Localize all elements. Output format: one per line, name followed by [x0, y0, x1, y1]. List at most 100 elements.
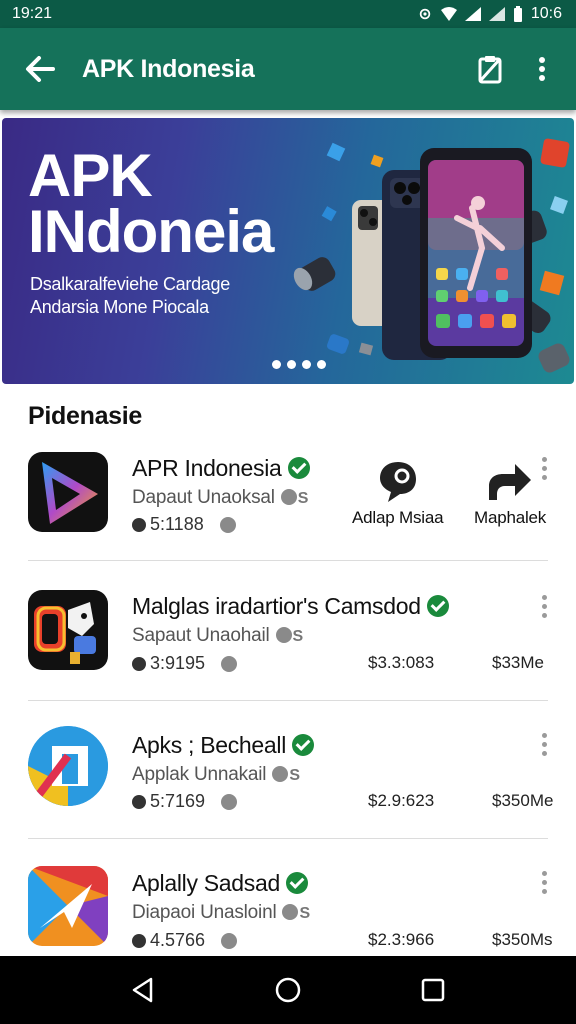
app-developer: Sapaut Unaohail S	[132, 625, 303, 647]
developer-badge-icon	[282, 904, 299, 920]
status-time-right: 10:6	[530, 5, 562, 22]
system-nav-bar	[0, 956, 576, 1024]
list-item[interactable]: APR Indonesia Dapaut Unaoksal S 5:1188 Ad…	[0, 448, 576, 578]
app-size: $350Ms	[492, 930, 553, 949]
download-icon	[221, 655, 238, 672]
app-developer: Dapaut Unaoksal S	[132, 487, 308, 509]
app-name: Malglas iradartior's Camsdod	[132, 593, 449, 620]
developer-badge-label: S	[292, 628, 304, 645]
developer-badge-icon	[272, 766, 289, 782]
battery-icon	[513, 6, 522, 22]
signal-icon	[464, 7, 481, 21]
back-button[interactable]	[10, 39, 70, 99]
clipboard-button[interactable]	[464, 39, 516, 99]
paper-plane-icon	[28, 866, 108, 946]
developer-text: Dapaut Unaoksal	[132, 487, 275, 508]
item-more-button[interactable]	[532, 728, 556, 760]
app-icon	[28, 726, 108, 806]
nav-home-button[interactable]	[263, 965, 313, 1015]
app-size: $350Me	[492, 791, 554, 810]
developer-text: Applak Unnakail	[132, 764, 267, 785]
pagination-dot[interactable]	[287, 360, 296, 369]
rating-text: 5:1188	[150, 514, 204, 534]
star-icon	[132, 794, 146, 809]
app-name-text: Apks ; Becheall	[132, 732, 287, 758]
app-price: $2.9:623	[368, 791, 435, 810]
app-icon	[28, 452, 108, 532]
item-more-button[interactable]	[532, 866, 556, 898]
divider	[28, 838, 548, 839]
developer-text: Sapaut Unaohail	[132, 625, 270, 646]
promo-banner[interactable]: APK INdoneia Dsalkaralfeviehe Cardage An…	[2, 118, 574, 384]
download-icon	[219, 516, 236, 533]
arrow-left-icon	[26, 56, 55, 82]
rating-text: 5:7169	[150, 791, 206, 811]
item-more-button[interactable]	[532, 590, 556, 622]
app-bar: APK Indonesia	[0, 28, 576, 110]
app-name-text: APR Indonesia	[132, 455, 282, 481]
app-icon	[28, 866, 108, 946]
star-icon	[132, 517, 146, 532]
action-label: Adlap Msiaa	[352, 508, 444, 527]
share-arrow-icon	[489, 464, 532, 500]
app-price: $3.3:083	[368, 653, 435, 672]
back-triangle-icon	[132, 977, 152, 1003]
app-rating: 5:1188	[132, 514, 236, 535]
more-options-button[interactable]	[516, 39, 568, 99]
action-button-1[interactable]: Adlap Msiaa	[352, 460, 444, 528]
download-icon	[221, 932, 238, 949]
settings-icon	[419, 8, 431, 20]
app-size: $33Me	[492, 653, 544, 672]
app-name: Aplally Sadsad	[132, 870, 308, 897]
wifi-icon	[440, 7, 457, 21]
app-name: APR Indonesia	[132, 455, 310, 482]
developer-badge-label: S	[297, 490, 309, 507]
app-developer: Diapaoi Unasloinl S	[132, 902, 310, 924]
home-circle-icon	[275, 977, 301, 1003]
pagination-dot[interactable]	[272, 360, 281, 369]
app-name-text: Aplally Sadsad	[132, 870, 280, 896]
status-time: 19:21	[12, 5, 53, 22]
apks-logo-icon	[28, 726, 108, 806]
star-icon	[132, 656, 146, 671]
list-item[interactable]: Malglas iradartior's Camsdod Sapaut Unao…	[0, 588, 576, 718]
status-icons: 10:6	[417, 5, 562, 23]
more-vert-icon	[539, 57, 545, 81]
action-label: Maphalek	[474, 508, 547, 527]
developer-badge-label: S	[299, 905, 310, 922]
app-name: Apks ; Becheall	[132, 732, 315, 759]
pagination-dot[interactable]	[302, 360, 311, 369]
section-title: Pidenasie	[28, 402, 143, 430]
app-rating: 5:7169	[132, 791, 238, 812]
app-name-text: Malglas iradartior's Camsdod	[132, 593, 421, 619]
download-icon	[221, 793, 238, 810]
verified-icon	[426, 595, 449, 617]
phones-illustration	[293, 138, 570, 373]
verified-icon	[292, 734, 315, 756]
signal-icon	[488, 7, 505, 21]
pagination-dot[interactable]	[317, 360, 326, 369]
chat-bubble-icon	[379, 462, 416, 502]
banner-pagination[interactable]	[272, 360, 326, 369]
developer-badge-label: S	[289, 767, 300, 784]
game-character-icon	[34, 602, 96, 664]
app-icon	[28, 590, 108, 670]
recents-square-icon	[422, 978, 445, 1002]
developer-text: Diapaoi Unasloinl	[132, 902, 277, 923]
nav-recents-button[interactable]	[408, 965, 458, 1015]
app-price: $2.3:966	[368, 930, 435, 949]
item-more-button[interactable]	[532, 452, 556, 484]
play-arrow-icon	[42, 462, 98, 524]
verified-icon	[287, 457, 310, 479]
verified-icon	[285, 872, 308, 894]
app-rating: 4.5766	[132, 930, 238, 951]
app-developer: Applak Unnakail S	[132, 764, 300, 786]
list-item[interactable]: Apks ; Becheall Applak Unnakail S 5:7169 …	[0, 726, 576, 856]
divider	[28, 700, 548, 701]
nav-back-button[interactable]	[118, 965, 168, 1015]
developer-badge-icon	[280, 489, 297, 505]
status-bar: 19:21 10:6	[0, 0, 576, 28]
rating-text: 3:9195	[150, 653, 206, 673]
developer-badge-icon	[275, 627, 292, 643]
app-rating: 3:9195	[132, 653, 238, 674]
